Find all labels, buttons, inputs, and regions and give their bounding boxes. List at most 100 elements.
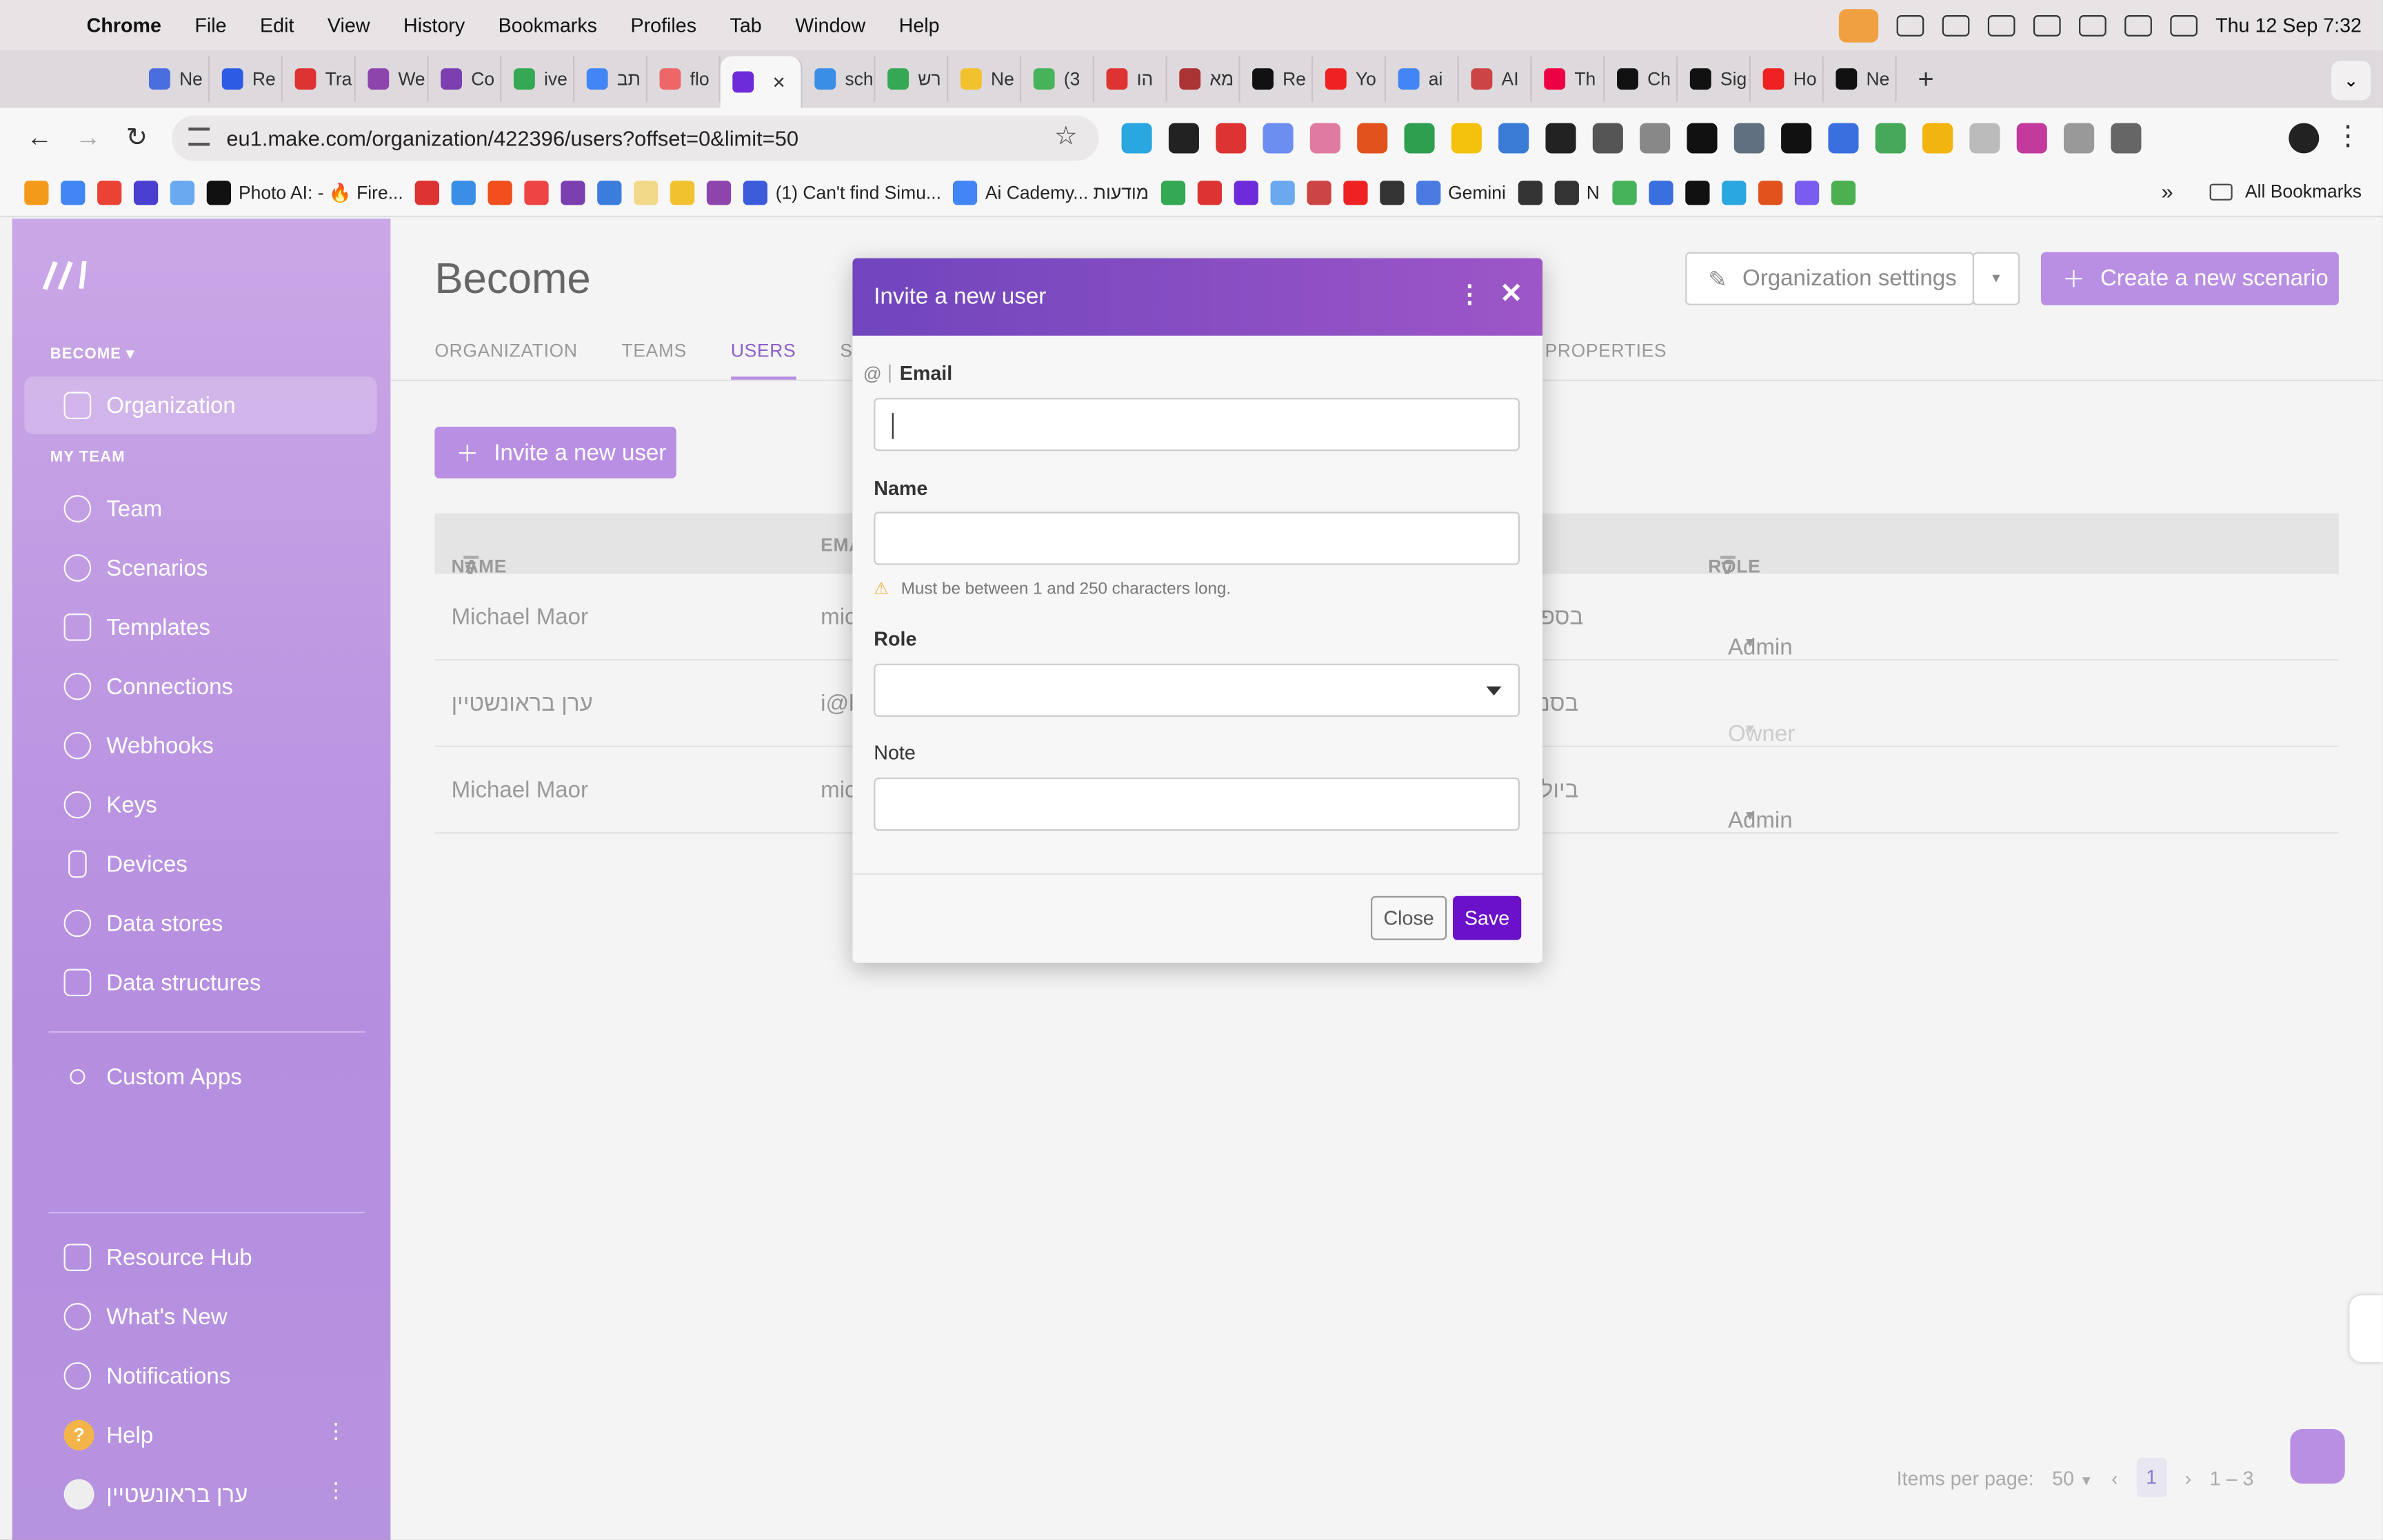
bookmark-icon[interactable] — [1758, 180, 1782, 205]
menu-history[interactable]: History — [387, 14, 482, 37]
prev-page-icon[interactable]: ‹ — [2111, 1466, 2118, 1489]
bookmark-icon[interactable] — [561, 180, 586, 205]
extension-icon[interactable] — [1168, 123, 1199, 154]
page-number[interactable]: 1 — [2136, 1457, 2167, 1498]
extension-icon[interactable] — [1498, 123, 1529, 154]
bookmark-star-icon[interactable]: ☆ — [1054, 121, 1078, 152]
sidebar-item-data-stores[interactable]: Data stores — [24, 895, 376, 953]
browser-tab[interactable]: Th — [1532, 56, 1605, 102]
bookmark-icon[interactable] — [597, 180, 623, 205]
make-logo[interactable] — [39, 255, 94, 292]
browser-tab[interactable]: ive — [501, 56, 575, 102]
menu-help[interactable]: Help — [882, 14, 956, 37]
menu-view[interactable]: View — [311, 14, 387, 37]
browser-tab[interactable]: Ne — [948, 56, 1022, 102]
tab-properties[interactable]: D PROPERTIES — [1526, 340, 1667, 361]
tab-search-button[interactable]: ⌄ — [2331, 61, 2371, 101]
microphone-icon[interactable] — [1838, 8, 1878, 42]
sidebar-item-team[interactable]: Team — [24, 480, 376, 538]
bookmark-icon[interactable] — [24, 180, 49, 205]
extension-icon[interactable] — [1875, 123, 1906, 154]
bookmark-icon[interactable] — [488, 180, 513, 205]
sidebar-item-scenarios[interactable]: Scenarios — [24, 539, 376, 597]
sidebar-item-devices[interactable]: Devices — [24, 835, 376, 893]
organization-settings-button[interactable]: ✎ Organization settings — [1685, 252, 1974, 305]
status-icon[interactable] — [1942, 14, 1970, 36]
bookmark-n[interactable]: N — [1554, 180, 1600, 205]
sidebar-item-user[interactable]: ערן בראונשטיין ⋮ — [24, 1466, 376, 1523]
reload-button[interactable]: ↻ — [112, 123, 161, 153]
sidebar-item-whats-new[interactable]: What's New — [24, 1288, 376, 1346]
sidebar-item-data-structures[interactable]: Data structures — [24, 953, 376, 1011]
email-field[interactable] — [874, 398, 1520, 452]
browser-tab[interactable]: מא — [1167, 56, 1240, 102]
browser-tab[interactable]: Ne — [137, 56, 210, 102]
status-icon[interactable] — [1896, 14, 1924, 36]
bookmark-icon[interactable] — [525, 180, 550, 205]
browser-tab[interactable]: Re — [210, 56, 283, 102]
role-select[interactable] — [874, 663, 1520, 717]
bookmark-icon[interactable] — [1343, 180, 1368, 205]
all-bookmarks[interactable]: All Bookmarks — [2210, 181, 2362, 202]
wifi-icon[interactable] — [2124, 14, 2152, 36]
extension-icon[interactable] — [1309, 123, 1340, 154]
create-scenario-button[interactable]: ＋ Create a new scenario — [2040, 252, 2339, 305]
browser-tab[interactable]: Ch — [1605, 56, 1678, 102]
site-info-icon[interactable] — [188, 128, 210, 146]
menu-file[interactable]: File — [178, 14, 243, 37]
sidebar-item-notifications[interactable]: Notifications — [24, 1347, 376, 1405]
battery-icon[interactable] — [2078, 14, 2107, 36]
extension-icon[interactable] — [1592, 123, 1623, 154]
extension-icon[interactable] — [1216, 123, 1247, 154]
browser-tab[interactable]: רש — [876, 56, 949, 102]
browser-tab[interactable]: (3 — [1021, 56, 1094, 102]
filter-icon[interactable]: ⊽ — [1720, 556, 1736, 580]
sidebar-item-organization[interactable]: Organization — [24, 376, 377, 435]
extension-icon[interactable] — [1733, 123, 1764, 154]
menu-window[interactable]: Window — [778, 14, 882, 37]
save-button[interactable]: Save — [1453, 895, 1522, 940]
bookmark-icon[interactable] — [97, 180, 122, 205]
sidebar-item-connections[interactable]: Connections — [24, 658, 376, 716]
extension-icon[interactable] — [1357, 123, 1388, 154]
extension-icon[interactable] — [2064, 123, 2095, 154]
close-icon[interactable]: ✕ — [1500, 278, 1522, 310]
bookmark-icon[interactable] — [133, 180, 159, 205]
menu-bookmarks[interactable]: Bookmarks — [481, 14, 614, 37]
browser-tab[interactable]: Yo — [1313, 56, 1387, 102]
sidebar-item-webhooks[interactable]: Webhooks — [24, 717, 376, 775]
bookmark-icon[interactable] — [670, 180, 695, 205]
close-button[interactable]: Close — [1371, 895, 1447, 940]
search-icon[interactable] — [2170, 14, 2198, 36]
browser-tab[interactable]: We — [356, 56, 429, 102]
bookmark-icon[interactable] — [415, 180, 440, 205]
bookmark-icon[interactable] — [1270, 180, 1295, 205]
more-options-icon[interactable]: ⋮ — [1458, 279, 1482, 310]
extension-icon[interactable] — [1404, 123, 1435, 154]
sidebar-item-keys[interactable]: Keys — [24, 776, 376, 834]
new-tab-button[interactable]: + — [1897, 64, 1955, 96]
invite-user-button[interactable]: ＋ Invite a new user — [434, 427, 676, 478]
bookmark-icon[interactable] — [1685, 180, 1709, 205]
bookmark-icon[interactable] — [1721, 180, 1746, 205]
chat-icon[interactable] — [2290, 1429, 2345, 1484]
sidebar-item-templates[interactable]: Templates — [24, 598, 376, 656]
bookmark-icon[interactable] — [1307, 180, 1331, 205]
name-field[interactable] — [874, 511, 1520, 565]
browser-tab[interactable]: Ho — [1751, 56, 1824, 102]
bookmark-cant-find[interactable]: (1) Can't find Simu... — [743, 180, 941, 205]
sidebar-item-custom-apps[interactable]: Custom Apps — [24, 1048, 376, 1106]
bluetooth-icon[interactable] — [2033, 14, 2061, 36]
bookmark-icon[interactable] — [1793, 180, 1819, 205]
browser-tab[interactable]: הו — [1094, 56, 1167, 102]
bookmark-gemini[interactable]: Gemini — [1416, 180, 1506, 205]
forward-button[interactable]: → — [64, 123, 113, 153]
extension-icon[interactable] — [1687, 123, 1718, 154]
more-icon[interactable]: ⋮ — [325, 1478, 347, 1503]
browser-tab[interactable]: Ne — [1824, 56, 1897, 102]
browser-tab[interactable]: AI — [1459, 56, 1532, 102]
menu-tab[interactable]: Tab — [713, 14, 778, 37]
organization-settings-dropdown[interactable]: ▾ — [1972, 252, 2020, 305]
menu-profiles[interactable]: Profiles — [614, 14, 713, 37]
sidebar-item-help[interactable]: ? Help ⋮ — [24, 1406, 376, 1464]
